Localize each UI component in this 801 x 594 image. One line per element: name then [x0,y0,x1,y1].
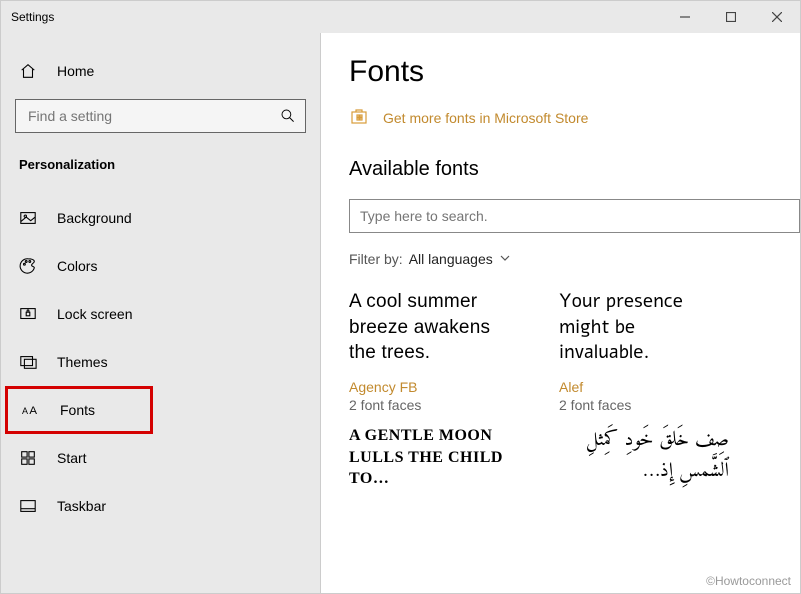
sidebar-item-lock-screen[interactable]: Lock screen [1,290,320,338]
page-title: Fonts [349,55,800,89]
nav-home-label: Home [57,63,94,79]
category-header: Personalization [1,143,320,182]
font-card-agency-fb[interactable]: A cool summer breeze awakens the trees. … [349,289,519,413]
sidebar: Home Personalization Background [1,33,321,593]
filter-value: All languages [409,251,493,267]
font-face-count: 2 font faces [559,397,729,413]
sidebar-item-themes[interactable]: Themes [1,338,320,386]
taskbar-icon [19,497,37,515]
font-preview: A cool summer breeze awakens the trees. [349,289,519,377]
font-face-count: 2 font faces [349,397,519,413]
main-panel: Fonts Get more fonts in Microsoft Store … [321,33,800,593]
minimize-button[interactable] [662,1,708,33]
sidebar-item-label: Themes [57,354,108,370]
font-card-arabic[interactable]: صِف خَلقَ خَودِ كَمِثلِ ٱلشَّمسِ إِذ… [559,425,729,513]
settings-search-input[interactable] [16,108,271,124]
font-search-input[interactable] [350,208,799,224]
sidebar-item-start[interactable]: Start [1,434,320,482]
search-icon[interactable] [271,99,305,133]
font-name: Alef [559,379,729,395]
svg-text:A: A [29,405,37,417]
font-card-alef[interactable]: Your presence might be invaluable. Alef … [559,289,729,413]
sidebar-item-colors[interactable]: Colors [1,242,320,290]
window-title: Settings [11,10,54,24]
sidebar-item-label: Background [57,210,132,226]
filter-dropdown[interactable]: Filter by: All languages [349,251,800,267]
sidebar-item-fonts[interactable]: AA Fonts [5,386,153,434]
start-icon [19,449,37,467]
settings-search[interactable] [15,99,306,133]
font-preview: A gentle moon lulls the child to… [349,425,519,513]
close-button[interactable] [754,1,800,33]
sidebar-item-label: Taskbar [57,498,106,514]
font-search[interactable] [349,199,800,233]
font-card-algerian[interactable]: A gentle moon lulls the child to… [349,425,519,513]
titlebar: Settings [1,1,800,33]
image-icon [19,209,37,227]
sidebar-item-background[interactable]: Background [1,194,320,242]
sidebar-item-label: Start [57,450,87,466]
palette-icon [19,257,37,275]
store-link-row[interactable]: Get more fonts in Microsoft Store [349,105,800,130]
sidebar-item-label: Fonts [60,402,95,418]
chevron-down-icon [499,251,511,267]
store-icon [349,105,369,130]
fonts-icon: AA [22,401,40,419]
home-icon [19,62,37,80]
filter-label: Filter by: [349,251,403,267]
sidebar-item-label: Lock screen [57,306,132,322]
svg-text:A: A [22,406,28,416]
store-link[interactable]: Get more fonts in Microsoft Store [383,110,588,126]
sidebar-item-taskbar[interactable]: Taskbar [1,482,320,530]
lock-screen-icon [19,305,37,323]
available-fonts-header: Available fonts [349,158,800,181]
sidebar-item-label: Colors [57,258,97,274]
nav-home[interactable]: Home [1,49,320,93]
watermark: ©Howtoconnect [706,574,791,588]
themes-icon [19,353,37,371]
font-grid: A cool summer breeze awakens the trees. … [349,289,779,513]
font-name: Agency FB [349,379,519,395]
maximize-button[interactable] [708,1,754,33]
font-preview: Your presence might be invaluable. [559,289,729,377]
font-preview: صِف خَلقَ خَودِ كَمِثلِ ٱلشَّمسِ إِذ… [559,425,729,513]
